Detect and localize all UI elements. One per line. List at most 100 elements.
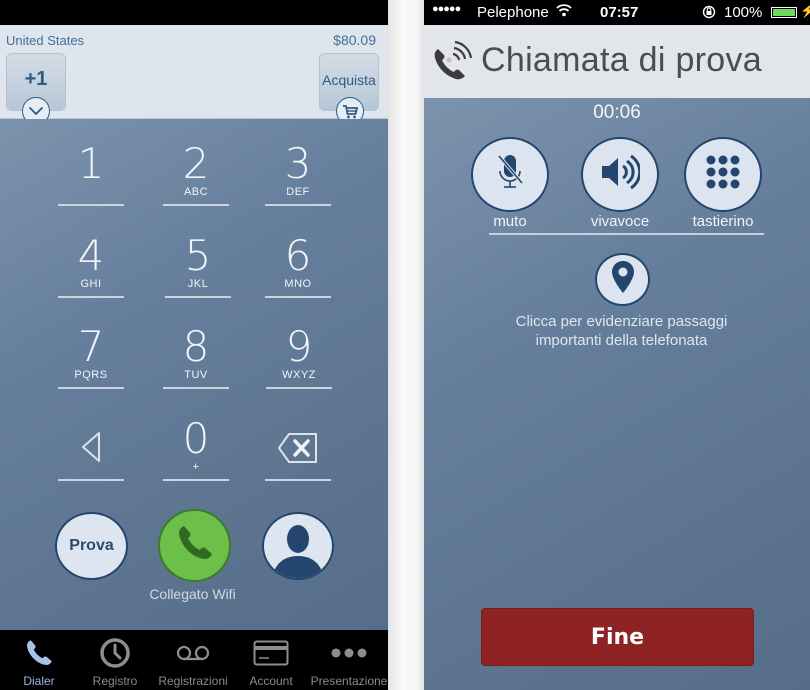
key-underline — [165, 296, 231, 298]
location-pin-icon — [611, 260, 635, 299]
tab-account[interactable]: Account — [232, 630, 310, 690]
phone-icon — [175, 523, 215, 568]
key-letters: WXYZ — [282, 369, 316, 381]
key-digit: 3 — [284, 139, 312, 188]
key-underline — [265, 204, 331, 206]
key-letters: JKL — [187, 278, 209, 290]
tab-presentazione[interactable]: Presentazione — [310, 630, 388, 690]
battery-percent: 100% — [724, 4, 763, 21]
voicemail-icon — [154, 636, 232, 670]
charging-icon: ⚡ — [800, 3, 810, 18]
signal-strength: ●●●●● — [432, 3, 461, 15]
tab-dialer[interactable]: Dialer — [0, 630, 78, 690]
key-underline — [163, 204, 229, 206]
key-digit: 4 — [77, 231, 105, 280]
call-button[interactable] — [158, 509, 231, 582]
speaker-label: vivavoce — [590, 213, 650, 230]
key-letters: DEF — [286, 186, 310, 198]
key-underline — [163, 479, 229, 481]
key-1[interactable]: 1 — [58, 119, 124, 209]
clock-icon — [76, 636, 154, 670]
key-digit: 9 — [285, 322, 313, 371]
controls-divider — [489, 233, 764, 235]
call-header: Chiamata di prova — [424, 25, 810, 98]
speaker-button[interactable] — [581, 137, 659, 212]
key-underline — [58, 204, 124, 206]
wifi-icon — [556, 3, 572, 21]
key-digit: 5 — [184, 231, 212, 280]
key-digit: 6 — [284, 231, 312, 280]
key-8[interactable]: 8 TUV — [163, 302, 229, 392]
end-call-label: Fine — [590, 624, 645, 650]
key-digit: 7 — [77, 322, 105, 371]
tab-registrazioni[interactable]: Registrazioni — [154, 630, 232, 690]
key-underline — [58, 387, 124, 389]
carrier-label: Pelephone — [477, 4, 549, 21]
key-letters: MNO — [284, 278, 312, 290]
contact-silhouette-icon — [264, 514, 332, 578]
key-0[interactable]: 0 + — [163, 394, 229, 484]
tab-bar: Dialer Registro Registrazioni Account Pr… — [0, 630, 388, 690]
dialer-screen: United States $80.09 +1 Acquista 1 2 ABC… — [0, 0, 388, 690]
key-underline — [163, 387, 229, 389]
tab-registro[interactable]: Registro — [76, 630, 154, 690]
mic-muted-icon — [495, 153, 525, 196]
rotation-lock-icon — [702, 5, 716, 23]
key-underline — [265, 479, 331, 481]
call-body: 00:06 muto vivavoce tastierino Clicca pe… — [424, 98, 810, 690]
key-2[interactable]: 2 ABC — [163, 119, 229, 209]
mute-button[interactable] — [471, 137, 549, 212]
key-3[interactable]: 3 DEF — [265, 119, 331, 209]
end-call-button[interactable]: Fine — [481, 608, 754, 666]
contacts-button[interactable] — [262, 512, 334, 580]
key-5[interactable]: 5 JKL — [165, 211, 231, 301]
mark-moment-button[interactable] — [595, 253, 650, 306]
key-underline — [58, 479, 124, 481]
page-title: Chiamata di prova — [481, 41, 763, 79]
backspace-icon — [277, 432, 319, 469]
call-screen: ●●●●● Pelephone 07:57 100% ⚡ Chiamata di… — [424, 0, 810, 690]
key-letters: GHI — [80, 278, 102, 290]
key-digit: 2 — [182, 139, 210, 188]
phone-icon — [0, 636, 78, 670]
key-6[interactable]: 6 MNO — [265, 211, 331, 301]
key-digit: 1 — [77, 139, 105, 188]
tab-label: Presentazione — [310, 674, 388, 688]
test-call-button[interactable]: Prova — [55, 512, 128, 580]
key-7[interactable]: 7 PQRS — [58, 302, 124, 392]
key-back-arrow[interactable] — [58, 394, 124, 484]
key-letters: + — [192, 461, 200, 473]
clock-time: 07:57 — [600, 4, 639, 21]
status-bar: ●●●●● Pelephone 07:57 100% ⚡ — [424, 0, 810, 25]
mute-label: muto — [493, 213, 527, 230]
balance-label: $80.09 — [333, 32, 376, 48]
key-4[interactable]: 4 GHI — [58, 211, 124, 301]
buy-label: Acquista — [322, 72, 376, 88]
tab-label: Registrazioni — [158, 674, 228, 688]
key-letters: PQRS — [74, 369, 108, 381]
key-digit: 8 — [182, 322, 210, 371]
key-underline — [266, 387, 332, 389]
key-letters: ABC — [183, 186, 209, 198]
key-backspace[interactable] — [265, 394, 331, 484]
keypad-grid-icon — [705, 155, 741, 194]
connection-status: Collegato Wifi — [149, 586, 236, 602]
status-bar — [0, 0, 388, 25]
key-underline — [265, 296, 331, 298]
dialer-header: United States $80.09 +1 Acquista — [0, 25, 388, 125]
key-letters: TUV — [184, 369, 208, 381]
key-underline — [58, 296, 124, 298]
battery-fill — [773, 9, 795, 16]
credit-card-icon — [232, 636, 310, 670]
keypad-button[interactable] — [684, 137, 762, 212]
country-label: United States — [6, 33, 85, 48]
key-9[interactable]: 9 WXYZ — [266, 302, 332, 392]
speaker-icon — [600, 154, 642, 195]
prefix-label: +1 — [24, 68, 48, 90]
key-digit: 0 — [182, 414, 210, 463]
keypad-label: tastierino — [692, 213, 754, 230]
battery-icon — [771, 7, 797, 18]
tab-label: Registro — [92, 674, 138, 688]
call-timer: 00:06 — [593, 102, 641, 123]
test-call-label: Prova — [69, 537, 114, 554]
